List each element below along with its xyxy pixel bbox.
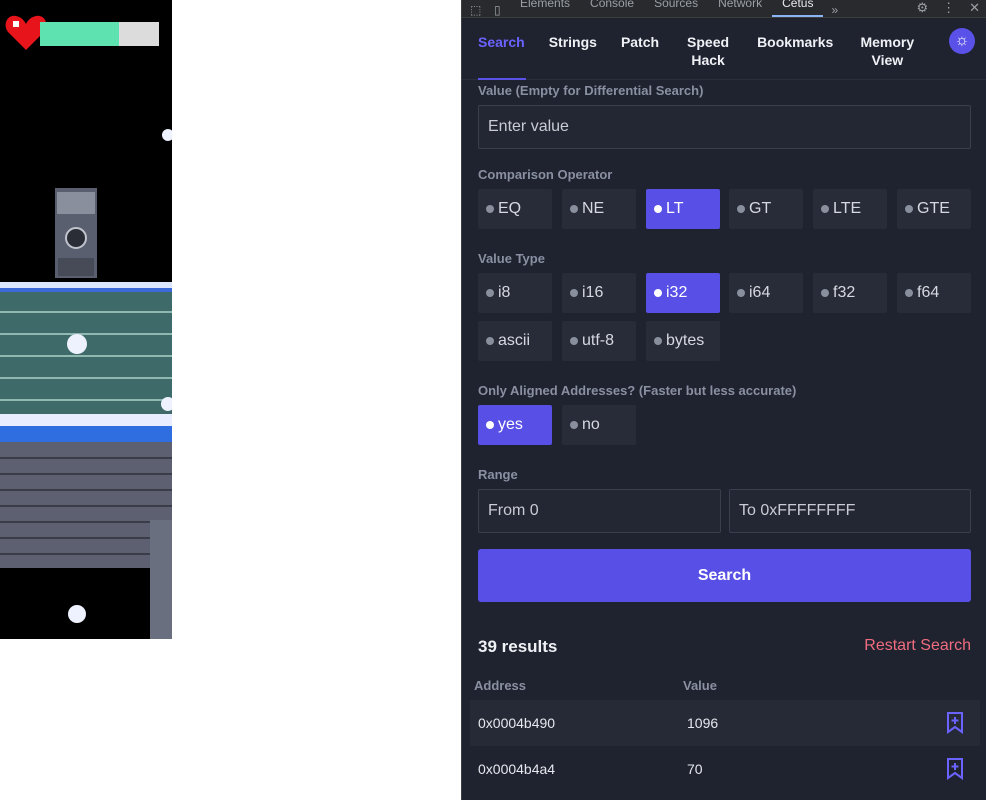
device-toolbar-icon[interactable]: ▯ <box>494 3 510 17</box>
column-header-address: Address <box>474 678 527 693</box>
type-f64[interactable]: f64 <box>897 273 971 313</box>
aligned-yes[interactable]: yes <box>478 405 552 445</box>
type-i32[interactable]: i32 <box>646 273 720 313</box>
kebab-menu-icon[interactable]: ⋮ <box>942 0 955 16</box>
value-label: Value (Empty for Differential Search) <box>478 83 704 98</box>
game-scene <box>0 129 172 639</box>
nav-search[interactable]: Search <box>478 19 525 51</box>
type-i8[interactable]: i8 <box>478 273 552 313</box>
nav-active-indicator <box>478 78 526 80</box>
row-address: 0x0004b490 <box>478 715 556 731</box>
operator-gt[interactable]: GT <box>729 189 803 229</box>
health-bar-fill <box>40 22 119 46</box>
value-type-label: Value Type <box>478 251 545 266</box>
close-icon[interactable]: ✕ <box>969 0 980 16</box>
devtools-tabbar: ⬚ ▯ Elements Console Sources Network Cet… <box>462 0 986 18</box>
operator-lt[interactable]: LT <box>646 189 720 229</box>
type-i64[interactable]: i64 <box>729 273 803 313</box>
operator-eq[interactable]: EQ <box>478 189 552 229</box>
nav-strings[interactable]: Strings <box>549 19 597 51</box>
range-from-input[interactable] <box>478 489 721 533</box>
devtools-tab-console[interactable]: Console <box>580 0 644 15</box>
type-i16[interactable]: i16 <box>562 273 636 313</box>
aligned-no[interactable]: no <box>562 405 636 445</box>
search-button[interactable]: Search <box>478 549 971 602</box>
comparison-label: Comparison Operator <box>478 167 613 182</box>
operator-gte[interactable]: GTE <box>897 189 971 229</box>
game-canvas[interactable] <box>0 0 172 639</box>
value-input[interactable] <box>478 105 971 149</box>
row-address: 0x0004b4a4 <box>478 761 556 777</box>
row-value: 1096 <box>687 715 719 731</box>
devtools-tab-network[interactable]: Network <box>708 0 772 15</box>
inspect-element-icon[interactable]: ⬚ <box>470 3 486 17</box>
type-f32[interactable]: f32 <box>813 273 887 313</box>
nav-memory-view[interactable]: Memory View <box>857 19 917 69</box>
nav-patch[interactable]: Patch <box>621 19 659 51</box>
nav-bookmarks[interactable]: Bookmarks <box>757 19 833 51</box>
theme-toggle-sun-icon[interactable]: ☼ <box>949 28 975 54</box>
devtools-tab-elements[interactable]: Elements <box>510 0 580 15</box>
settings-gear-icon[interactable]: ⚙ <box>916 0 928 16</box>
operator-lte[interactable]: LTE <box>813 189 887 229</box>
aligned-label: Only Aligned Addresses? (Faster but less… <box>478 383 797 398</box>
devtools-tab-sources[interactable]: Sources <box>644 0 708 15</box>
health-bar <box>40 22 159 46</box>
cetus-extension: Search Strings Patch Speed Hack Bookmark… <box>462 19 986 800</box>
devtools-panel: ⬚ ▯ Elements Console Sources Network Cet… <box>461 0 986 800</box>
results-count: 39 results <box>478 637 558 656</box>
more-tabs-icon[interactable]: » <box>831 3 847 17</box>
cetus-nav: Search Strings Patch Speed Hack Bookmark… <box>462 19 986 80</box>
table-row[interactable]: 0x0004b490 1096 <box>470 700 980 746</box>
nav-speed-hack[interactable]: Speed Hack <box>683 19 733 69</box>
range-label: Range <box>478 467 518 482</box>
type-utf8[interactable]: utf-8 <box>562 321 636 361</box>
restart-search-button[interactable]: Restart Search <box>864 637 971 655</box>
add-bookmark-icon[interactable] <box>946 758 964 780</box>
operator-ne[interactable]: NE <box>562 189 636 229</box>
row-value: 70 <box>687 761 703 777</box>
range-to-input[interactable] <box>729 489 971 533</box>
column-header-value: Value <box>683 678 717 693</box>
devtools-tab-cetus[interactable]: Cetus <box>772 0 824 17</box>
table-row[interactable]: 0x0004b4a4 70 <box>470 746 980 792</box>
type-bytes[interactable]: bytes <box>646 321 720 361</box>
add-bookmark-icon[interactable] <box>946 712 964 734</box>
type-ascii[interactable]: ascii <box>478 321 552 361</box>
